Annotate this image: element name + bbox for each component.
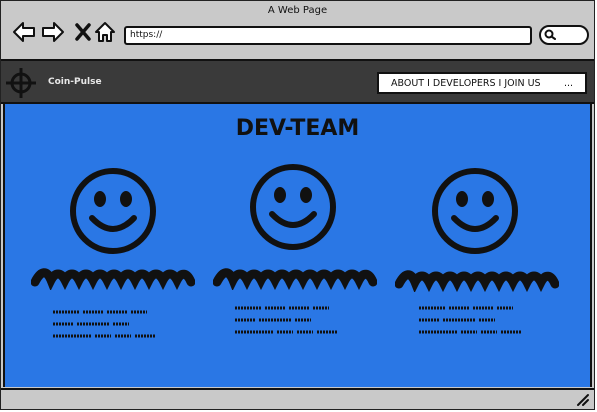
nav-menu[interactable]: ABOUT I DEVELOPERS I JOIN US ...: [377, 72, 587, 94]
browser-window: A Web Page https:// Coin-Pulse ABOUT I D…: [0, 0, 595, 410]
nav-more[interactable]: ...: [564, 74, 573, 93]
team-member-card: [29, 104, 209, 387]
resize-grip-icon[interactable]: [576, 393, 590, 407]
member-name-scribble: [395, 270, 559, 292]
team-member-card: [391, 104, 571, 387]
browser-toolbar: https://: [1, 19, 594, 57]
team-member-card: [209, 104, 389, 387]
close-icon[interactable]: [71, 20, 95, 44]
status-bar: [1, 388, 594, 409]
member-bio-scribble: [419, 306, 521, 334]
crosshair-icon: [6, 68, 36, 98]
smiley-icon: [70, 168, 156, 254]
member-name-scribble: [31, 268, 195, 290]
member-name-scribble: [213, 268, 377, 290]
member-bio-scribble: [53, 310, 155, 338]
site-header: Coin-Pulse ABOUT I DEVELOPERS I JOIN US …: [1, 59, 594, 104]
search-icon: [544, 29, 556, 40]
address-bar[interactable]: https://: [124, 26, 532, 45]
window-title: A Web Page: [267, 5, 328, 16]
nav-menu-label[interactable]: ABOUT I DEVELOPERS I JOIN US: [391, 78, 541, 89]
member-bio-scribble: [235, 306, 337, 334]
brand-name[interactable]: Coin-Pulse: [48, 77, 102, 87]
smiley-icon: [250, 164, 336, 250]
dev-team-section: DEV-TEAM: [3, 104, 592, 387]
back-icon[interactable]: [12, 20, 36, 44]
search-button[interactable]: [539, 25, 589, 45]
home-icon[interactable]: [93, 20, 117, 44]
smiley-icon: [432, 168, 518, 254]
forward-icon[interactable]: [41, 20, 65, 44]
